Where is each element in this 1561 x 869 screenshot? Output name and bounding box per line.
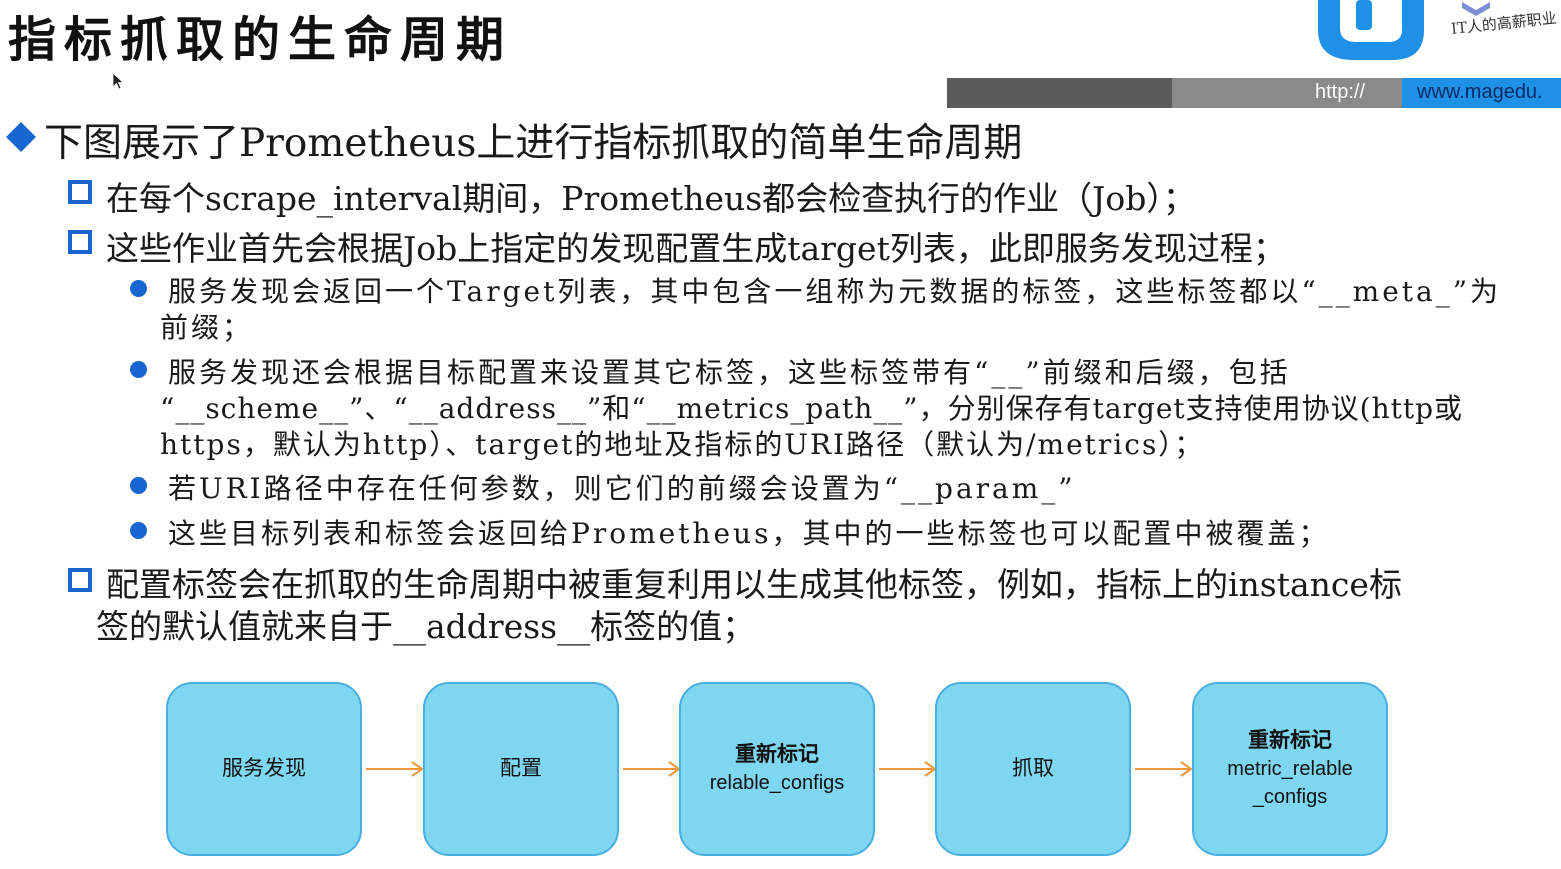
url-scheme: http://	[1315, 81, 1366, 103]
sub-bullet-labels-line2: “__scheme__”、“__address__”和“__metrics_pa…	[160, 392, 1464, 425]
flow-step-service-discovery: 服务发现	[166, 682, 362, 856]
bullet-instance-label-line2: 签的默认值就来自于__address__标签的值；	[96, 607, 756, 646]
sub-bullet-meta-line2: 前缀；	[160, 311, 254, 344]
url-banner-dark-segment	[947, 78, 1172, 108]
flow-step-label: 配置	[500, 757, 542, 780]
bullet-instance-label-line1: 配置标签会在抓取的生命周期中被重复利用以生成其他标签，例如，指标上的instan…	[106, 565, 1402, 604]
page-title: 指标抓取的生命周期	[8, 12, 513, 68]
square-bullet-icon	[68, 568, 92, 592]
url-banner: http:// www.magedu.	[947, 78, 1561, 108]
round-bullet-icon	[130, 477, 147, 494]
bullet-target-list: 这些作业首先会根据Job上指定的发现配置生成target列表，此即服务发现过程；	[106, 229, 1286, 268]
flow-step-sublabel: metric_relable	[1227, 758, 1353, 780]
arrow-right-icon	[1135, 761, 1193, 777]
brand-logo-icon	[1318, 0, 1424, 60]
round-bullet-icon	[130, 361, 147, 378]
round-bullet-icon	[130, 280, 147, 297]
section-heading: 下图展示了Prometheus上进行指标抓取的简单生命周期	[44, 121, 1023, 166]
square-bullet-icon	[68, 230, 92, 254]
flow-step-label: 重新标记	[735, 743, 819, 766]
sub-bullet-meta-line1: 服务发现会返回一个Target列表，其中包含一组称为元数据的标签，这些标签都以“…	[168, 275, 1502, 308]
flow-step-label: 服务发现	[222, 757, 306, 780]
flow-step-label: 抓取	[1012, 757, 1054, 780]
flow-step-sublabel: relable_configs	[709, 772, 845, 794]
round-bullet-icon	[130, 522, 147, 539]
flow-step-metric-relabel: 重新标记 metric_relable _configs	[1192, 682, 1388, 856]
flow-step-sublabel: _configs	[1252, 786, 1328, 808]
flow-step-relabel: 重新标记 relable_configs	[679, 682, 875, 856]
url-host: www.magedu.	[1417, 81, 1543, 103]
flow-step-config: 配置	[423, 682, 619, 856]
url-banner-gray-segment	[1172, 78, 1402, 108]
arrow-right-icon	[366, 761, 424, 777]
lifecycle-flow-diagram: 服务发现 配置 重新标记 relable_configs 抓取 重新标记 met…	[0, 660, 1561, 869]
bullet-scrape-interval: 在每个scrape_interval期间，Prometheus都会检查执行的作业…	[106, 179, 1196, 218]
mouse-cursor-icon	[112, 72, 124, 90]
diamond-bullet-icon	[6, 122, 36, 152]
arrow-right-icon	[879, 761, 937, 777]
sub-bullet-return: 这些目标列表和标签会返回给Prometheus，其中的一些标签也可以配置中被覆盖…	[168, 517, 1330, 550]
flow-step-scrape: 抓取	[935, 682, 1131, 856]
sub-bullet-param: 若URI路径中存在任何参数，则它们的前缀会设置为“__param_”	[168, 472, 1076, 505]
square-bullet-icon	[68, 180, 92, 204]
flow-step-label: 重新标记	[1248, 729, 1332, 752]
sub-bullet-labels-line3: https，默认为http）、target的地址及指标的URI路径（默认为/me…	[160, 428, 1205, 461]
sub-bullet-labels-line1: 服务发现还会根据目标配置来设置其它标签，这些标签带有“__”前缀和后缀，包括	[168, 356, 1291, 389]
arrow-right-icon	[623, 761, 681, 777]
